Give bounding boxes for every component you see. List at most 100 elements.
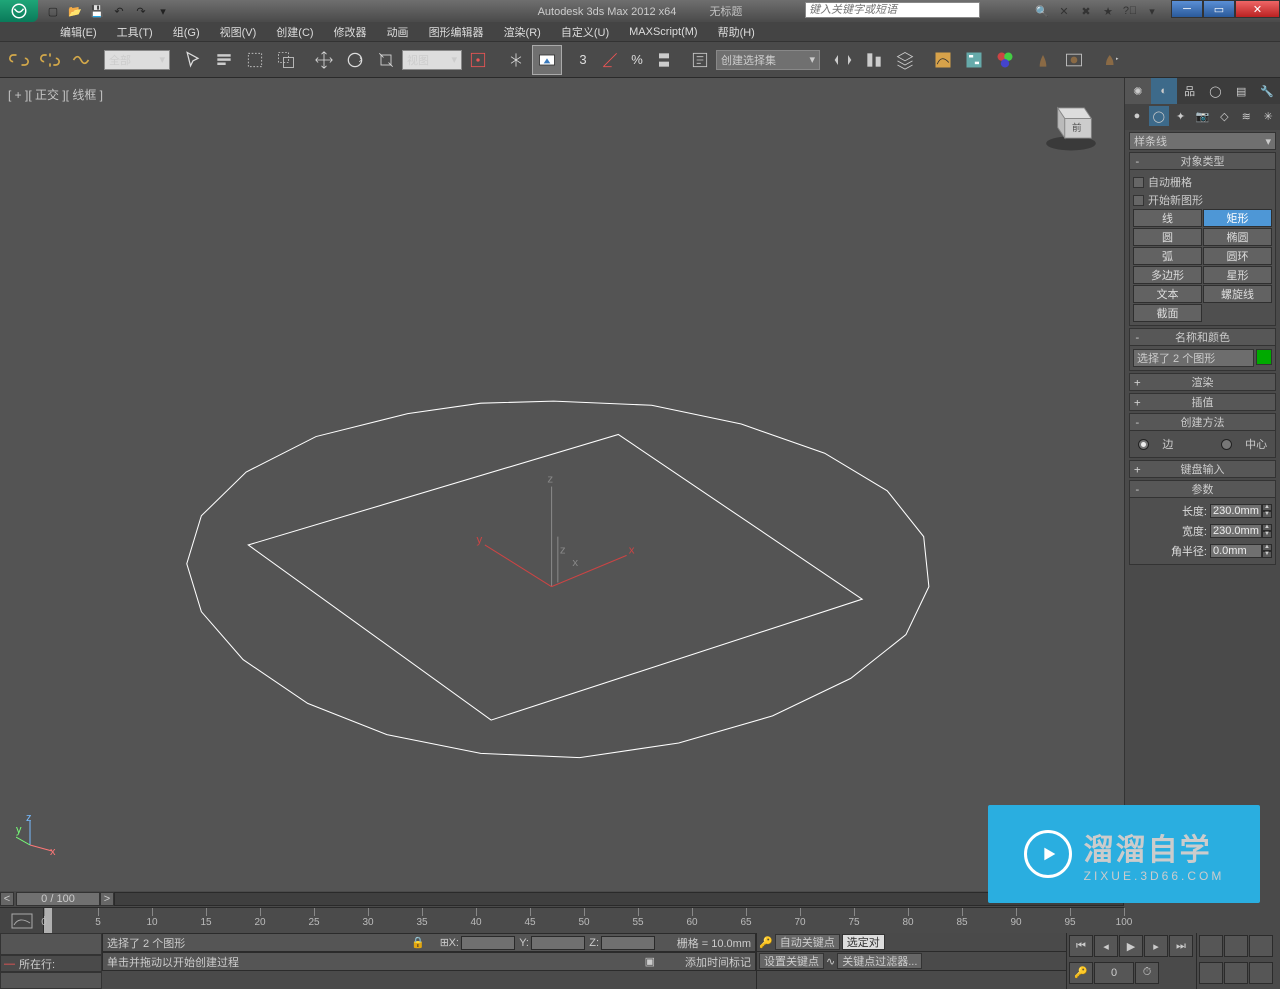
play-icon[interactable]: ▶ xyxy=(1119,935,1143,957)
rollout-parameters[interactable]: -参数 xyxy=(1129,480,1276,498)
set-key-button[interactable]: 设置关键点 xyxy=(759,953,824,969)
goto-end-icon[interactable]: ⏭ xyxy=(1169,935,1193,957)
goto-start-icon[interactable]: ⏮ xyxy=(1069,935,1093,957)
bind-spacewarp-icon[interactable] xyxy=(66,45,96,75)
shape-type-圆[interactable]: 圆 xyxy=(1133,228,1202,246)
search-input[interactable] xyxy=(806,3,979,17)
coord-z-input[interactable] xyxy=(601,936,655,950)
cat-lights-icon[interactable]: ✦ xyxy=(1171,106,1191,126)
current-frame-field[interactable]: 0 xyxy=(1094,962,1134,984)
exchange-icon[interactable]: ✖ xyxy=(1078,3,1094,19)
menu-views[interactable]: 视图(V) xyxy=(210,22,267,42)
time-tag-icon[interactable]: ▣ xyxy=(645,955,655,968)
track-ruler[interactable]: 0510152025303540455055606570758085909510… xyxy=(44,908,1124,933)
infocenter-search[interactable] xyxy=(805,2,980,18)
time-slider-thumb[interactable]: 0 / 100 xyxy=(16,892,100,906)
add-time-tag[interactable]: 添加时间标记 xyxy=(685,954,751,970)
save-icon[interactable]: 💾 xyxy=(88,3,106,19)
orbit-icon[interactable] xyxy=(1224,962,1248,984)
unlink-icon[interactable] xyxy=(35,45,65,75)
time-config-icon[interactable]: ⏱ xyxy=(1135,962,1159,984)
autogrid-checkbox[interactable] xyxy=(1133,177,1144,188)
isolate-selection-icon[interactable]: 🔑 xyxy=(759,936,773,949)
pan-icon[interactable] xyxy=(1199,935,1223,957)
edit-named-sel-icon[interactable] xyxy=(685,45,715,75)
cat-geometry-icon[interactable]: ● xyxy=(1127,106,1147,126)
tab-modify-icon[interactable]: ◐ xyxy=(1151,78,1177,104)
menu-create[interactable]: 创建(C) xyxy=(266,22,323,42)
render-setup-icon[interactable] xyxy=(1028,45,1058,75)
key-filters-button[interactable]: 关键点过滤器... xyxy=(837,953,922,969)
corner-spin-up[interactable]: ▲ xyxy=(1262,544,1272,551)
open-icon[interactable]: 📂 xyxy=(66,3,84,19)
startnewshape-checkbox[interactable] xyxy=(1133,195,1144,206)
keyboard-shortcut-override-icon[interactable] xyxy=(532,45,562,75)
menu-rendering[interactable]: 渲染(R) xyxy=(494,22,551,42)
rollout-keyboard-entry[interactable]: +键盘输入 xyxy=(1129,460,1276,478)
prev-frame-icon[interactable]: ◂ xyxy=(1094,935,1118,957)
minimize-button[interactable]: ─ xyxy=(1171,0,1203,18)
time-slider-right[interactable]: > xyxy=(100,892,114,906)
schematic-view-icon[interactable] xyxy=(959,45,989,75)
tab-hierarchy-icon[interactable]: 品 xyxy=(1177,78,1203,104)
new-icon[interactable]: ▢ xyxy=(44,3,62,19)
lock-selection-icon[interactable]: 🔒 xyxy=(411,936,425,949)
named-selection-combo[interactable]: 创建选择集▾ xyxy=(716,50,820,70)
cat-cameras-icon[interactable]: 📷 xyxy=(1193,106,1213,126)
window-crossing-icon[interactable] xyxy=(271,45,301,75)
corner-spin-down[interactable]: ▼ xyxy=(1262,551,1272,558)
menu-graph-editors[interactable]: 图形编辑器 xyxy=(419,22,494,42)
manipulate-icon[interactable] xyxy=(501,45,531,75)
menu-tools[interactable]: 工具(T) xyxy=(107,22,163,42)
zoom-icon[interactable] xyxy=(1224,935,1248,957)
time-slider[interactable]: < 0 / 100 > xyxy=(0,891,1124,907)
select-region-rect-icon[interactable] xyxy=(240,45,270,75)
qat-dropdown-icon[interactable]: ▾ xyxy=(154,3,172,19)
help-dropdown-icon[interactable]: ▾ xyxy=(1144,3,1160,19)
selection-lock-toggle[interactable]: 选定对 xyxy=(842,934,885,950)
coord-x-input[interactable] xyxy=(461,936,515,950)
menu-maxscript[interactable]: MAXScript(M) xyxy=(619,24,707,40)
shape-type-螺旋线[interactable]: 螺旋线 xyxy=(1203,285,1272,303)
render-icon[interactable] xyxy=(1090,45,1132,75)
object-color-swatch[interactable] xyxy=(1256,349,1272,365)
rollout-create-method[interactable]: -创建方法 xyxy=(1129,413,1276,431)
coord-y-input[interactable] xyxy=(531,936,585,950)
angle-snap-icon[interactable] xyxy=(597,45,623,75)
undo-icon[interactable]: ↶ xyxy=(110,3,128,19)
method-center-radio[interactable] xyxy=(1221,439,1232,450)
shape-type-线[interactable]: 线 xyxy=(1133,209,1202,227)
key-filters-icon[interactable]: ∿ xyxy=(826,955,835,968)
menu-edit[interactable]: 编辑(E) xyxy=(50,22,107,42)
curve-editor-icon[interactable] xyxy=(928,45,958,75)
redo-icon[interactable]: ↷ xyxy=(132,3,150,19)
auto-key-button[interactable]: 自动关键点 xyxy=(775,934,840,950)
shape-type-圆环[interactable]: 圆环 xyxy=(1203,247,1272,265)
app-menu-icon[interactable] xyxy=(0,0,38,22)
move-icon[interactable] xyxy=(309,45,339,75)
menu-customize[interactable]: 自定义(U) xyxy=(551,22,619,42)
next-frame-icon[interactable]: ▸ xyxy=(1144,935,1168,957)
selection-filter-combo[interactable]: 全部▾ xyxy=(104,50,170,70)
close-button[interactable]: ✕ xyxy=(1235,0,1280,18)
cat-spacewarps-icon[interactable]: ≋ xyxy=(1236,106,1256,126)
fov-icon[interactable] xyxy=(1199,962,1223,984)
width-input[interactable] xyxy=(1210,524,1262,538)
layer-manager-icon[interactable] xyxy=(890,45,920,75)
length-input[interactable] xyxy=(1210,504,1262,518)
search-icon[interactable]: 🔍 xyxy=(1034,3,1050,19)
menu-modifiers[interactable]: 修改器 xyxy=(324,22,377,42)
viewport[interactable]: [ + ][ 正交 ][ 线框 ] z x y z x z x y 前 xyxy=(0,78,1124,891)
transform-gizmo[interactable]: z x y z x xyxy=(477,473,635,586)
shape-type-多边形[interactable]: 多边形 xyxy=(1133,266,1202,284)
key-mode-icon[interactable]: 🔑 xyxy=(1069,962,1093,984)
length-spin-up[interactable]: ▲ xyxy=(1262,504,1272,511)
rollout-interpolation[interactable]: +插值 xyxy=(1129,393,1276,411)
maximize-button[interactable]: ▭ xyxy=(1203,0,1235,18)
width-spin-up[interactable]: ▲ xyxy=(1262,524,1272,531)
rendered-frame-icon[interactable] xyxy=(1059,45,1089,75)
pivot-center-icon[interactable] xyxy=(463,45,493,75)
percent-snap-icon[interactable]: % xyxy=(624,45,650,75)
material-editor-icon[interactable] xyxy=(990,45,1020,75)
shape-type-星形[interactable]: 星形 xyxy=(1203,266,1272,284)
